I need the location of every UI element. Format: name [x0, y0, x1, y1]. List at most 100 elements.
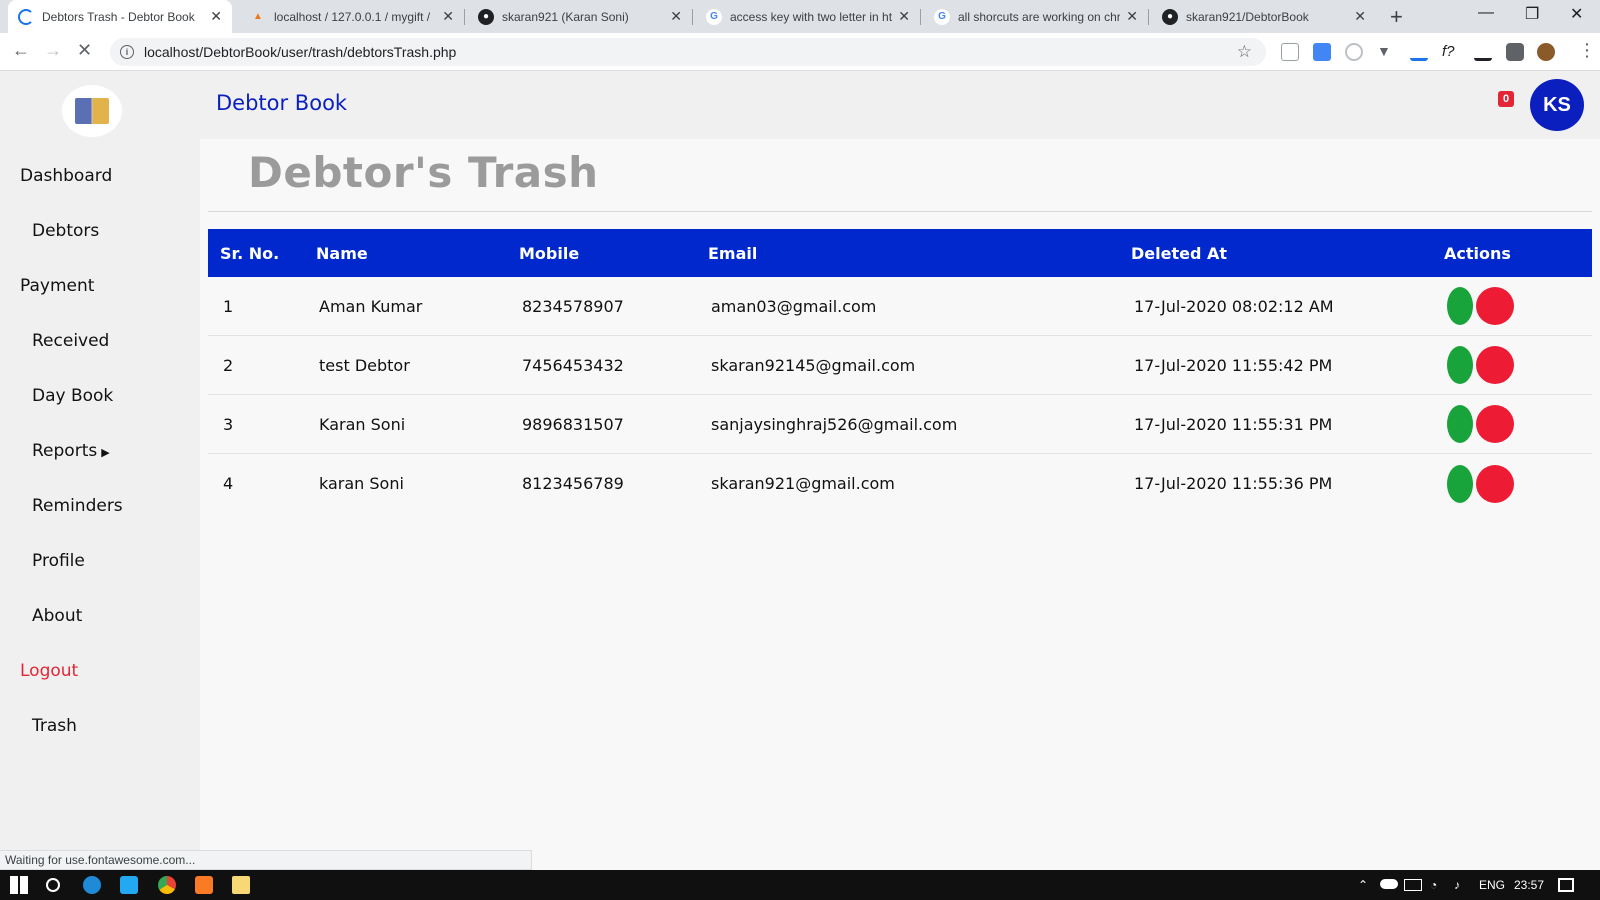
delete-permanently-button[interactable]: [1476, 287, 1514, 325]
sidebar-item-dashboard[interactable]: Dashboard: [20, 166, 112, 186]
minimize-icon[interactable]: —: [1478, 4, 1494, 22]
column-header-mobile: Mobile: [519, 243, 580, 263]
sidebar-item-trash[interactable]: Trash: [32, 716, 77, 736]
cell-mobile: 8234578907: [522, 296, 624, 316]
restore-button[interactable]: [1447, 464, 1473, 503]
close-tab-icon[interactable]: ✕: [1354, 8, 1366, 25]
sidebar-item-reminders[interactable]: Reminders: [32, 496, 123, 516]
cell-actions: [1444, 464, 1592, 503]
user-avatar[interactable]: KS: [1530, 79, 1584, 131]
puzzle-extensions-icon[interactable]: [1506, 43, 1524, 61]
edge-icon[interactable]: [83, 876, 101, 894]
search-icon[interactable]: [46, 878, 60, 892]
browser-tab-debtors-trash[interactable]: Debtors Trash - Debtor Book ✕: [8, 0, 232, 33]
info-icon[interactable]: i: [120, 45, 134, 59]
cell-sr-no: 2: [223, 355, 234, 375]
app-logo[interactable]: [62, 85, 122, 137]
tab-title: skaran921 (Karan Soni): [502, 9, 629, 24]
vscode-icon[interactable]: [120, 876, 138, 894]
close-tab-icon[interactable]: ✕: [210, 8, 222, 25]
caret-right-icon: ▶: [101, 446, 110, 459]
column-header-email: Email: [708, 243, 758, 263]
sidebar-item-reports[interactable]: Reports ▶: [32, 441, 110, 461]
delete-permanently-button[interactable]: [1476, 405, 1514, 443]
close-tab-icon[interactable]: ✕: [670, 8, 682, 25]
notification-badge[interactable]: 0: [1498, 91, 1514, 107]
tray-chevron-icon[interactable]: ⌃: [1358, 878, 1368, 892]
tab-title: skaran921/DebtorBook: [1186, 9, 1309, 24]
notifications-icon[interactable]: [1558, 878, 1574, 892]
cell-deleted-at: 17-Jul-2020 11:55:36 PM: [1134, 474, 1333, 493]
sidebar-item-profile[interactable]: Profile: [32, 551, 85, 571]
cell-name: test Debtor: [319, 355, 410, 375]
github-icon: ●: [478, 8, 494, 25]
close-tab-icon[interactable]: ✕: [442, 8, 454, 25]
wifi-icon[interactable]: ◔: [1430, 878, 1437, 892]
onedrive-icon[interactable]: [1380, 879, 1398, 889]
close-tab-icon[interactable]: ✕: [1126, 8, 1138, 25]
cell-email: skaran921@gmail.com: [711, 474, 895, 493]
restore-icon[interactable]: ❐: [1525, 4, 1539, 24]
delete-permanently-button[interactable]: [1476, 346, 1514, 384]
restore-button[interactable]: [1447, 287, 1473, 325]
translate-extension-icon[interactable]: [1313, 43, 1331, 61]
cell-email: skaran92145@gmail.com: [711, 355, 916, 375]
cell-sr-no: 4: [223, 474, 234, 493]
browser-tab-phpmyadmin[interactable]: ▲ localhost / 127.0.0.1 / mygift / ✕: [240, 0, 464, 33]
browser-toolbar: ← → ✕ i localhost/DebtorBook/user/trash/…: [0, 33, 1600, 71]
sidebar-item-payment[interactable]: Payment: [20, 276, 94, 296]
file-explorer-icon[interactable]: [232, 876, 250, 894]
windows-start-icon[interactable]: [10, 876, 28, 894]
cell-mobile: 9896831507: [522, 414, 624, 434]
google-icon: G: [706, 8, 722, 25]
browser-tab-github-profile[interactable]: ● skaran921 (Karan Soni) ✕: [468, 0, 692, 33]
close-tab-icon[interactable]: ✕: [898, 8, 910, 25]
sidebar-item-logout[interactable]: Logout: [20, 661, 78, 681]
formula-extension-icon[interactable]: f?: [1442, 43, 1460, 61]
windows-taskbar: ⌃ ◔ ♪ ENG 23:57: [0, 870, 1600, 900]
vue-devtools-icon[interactable]: ▼: [1377, 43, 1395, 61]
clock[interactable]: 23:57: [1514, 878, 1544, 892]
table-header: Sr. No. Name Mobile Email Deleted At Act…: [208, 229, 1592, 277]
extension-icon[interactable]: [1345, 43, 1363, 61]
address-bar[interactable]: i localhost/DebtorBook/user/trash/debtor…: [110, 38, 1266, 66]
cell-actions: [1444, 287, 1592, 325]
browser-tab-github-repo[interactable]: ● skaran921/DebtorBook ✕: [1152, 0, 1376, 33]
sidebar-item-debtors[interactable]: Debtors: [32, 221, 99, 241]
restore-button[interactable]: [1447, 405, 1473, 443]
brand-link[interactable]: Debtor Book: [216, 91, 347, 115]
cell-sr-no: 3: [223, 414, 234, 434]
tab-title: Debtors Trash - Debtor Book: [42, 9, 195, 24]
browser-tab-google-search-1[interactable]: G access key with two letter in ht ✕: [696, 0, 920, 33]
delete-permanently-button[interactable]: [1476, 464, 1514, 503]
language-indicator[interactable]: ENG: [1479, 878, 1505, 892]
browser-tab-google-search-2[interactable]: G all shorcuts are working on chr ✕: [924, 0, 1148, 33]
stop-loading-icon[interactable]: ✕: [77, 40, 92, 61]
github-icon: ●: [1162, 8, 1178, 25]
extension-icon[interactable]: [1474, 43, 1492, 61]
cell-name: Karan Soni: [319, 414, 406, 434]
tab-separator: [464, 9, 465, 25]
restore-button[interactable]: [1447, 346, 1473, 384]
close-window-icon[interactable]: ✕: [1570, 4, 1583, 24]
volume-icon[interactable]: ♪: [1454, 878, 1460, 892]
cell-actions: [1444, 346, 1592, 384]
browser-menu-icon[interactable]: ⋮: [1578, 40, 1596, 61]
extension-icon[interactable]: [1410, 43, 1428, 61]
tab-separator: [692, 9, 693, 25]
chrome-icon[interactable]: [158, 876, 176, 894]
sidebar-item-day-book[interactable]: Day Book: [32, 386, 113, 406]
url-text[interactable]: localhost/DebtorBook/user/trash/debtorsT…: [144, 44, 456, 60]
table-row: 2 test Debtor 7456453432 skaran92145@gma…: [208, 336, 1592, 395]
sidebar-item-about[interactable]: About: [32, 606, 82, 626]
new-tab-button[interactable]: +: [1390, 4, 1403, 30]
extension-icon[interactable]: [1281, 43, 1299, 61]
sidebar-item-received[interactable]: Received: [32, 331, 109, 351]
forward-icon[interactable]: →: [44, 40, 62, 61]
back-icon[interactable]: ←: [12, 40, 30, 61]
profile-avatar-icon[interactable]: [1537, 43, 1555, 61]
xampp-icon[interactable]: [195, 876, 213, 894]
battery-icon[interactable]: [1404, 879, 1422, 891]
cell-deleted-at: 17-Jul-2020 08:02:12 AM: [1134, 296, 1334, 316]
bookmark-star-icon[interactable]: ☆: [1237, 42, 1252, 62]
